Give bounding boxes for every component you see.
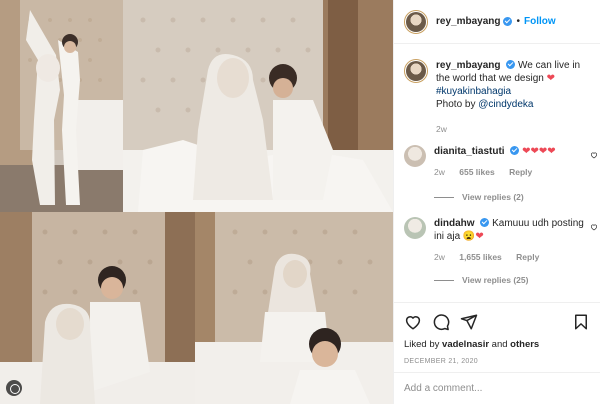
commenter-username[interactable]: dindahw [434,218,475,229]
caption: rey_mbayang We can live in the world tha… [394,59,600,136]
liked-by: Liked by vadelnasir and others [404,339,590,350]
comments-list: rey_mbayang We can live in the world tha… [394,45,600,301]
post-actions: Liked by vadelnasir and others DECEMBER … [394,302,600,365]
comment-like-heart-icon[interactable] [590,151,598,159]
liked-by-prefix: Liked by [404,339,443,350]
add-comment-input[interactable]: Add a comment... [394,372,600,404]
comment-age[interactable]: 2w [434,252,445,262]
author-avatar[interactable] [404,9,428,34]
comment-emoji: 😦❤ [462,231,484,242]
comment-emoji: ❤❤❤❤ [522,146,556,157]
post-sidebar: rey_mbayang • Follow rey_mbayang We can … [393,0,600,404]
verified-badge-icon [480,218,490,227]
caption-username[interactable]: rey_mbayang [436,60,500,71]
verified-badge-icon [503,17,513,26]
comment-age[interactable]: 2w [434,167,445,177]
comment-item: dindahw Kamuuu udh posting ini aja 😦❤ 2w… [394,217,600,264]
post-date[interactable]: DECEMBER 21, 2020 [404,358,590,365]
comment-icon[interactable] [432,313,450,331]
follow-button[interactable]: Follow [524,16,556,27]
caption-heart-emoji: ❤ [546,73,556,84]
verified-badge-icon [510,146,520,155]
tagged-people-icon[interactable] [6,380,22,396]
share-icon[interactable] [460,313,478,331]
caption-hashtag[interactable]: #kuyakinbahagia [436,86,511,97]
bookmark-icon[interactable] [572,313,590,331]
caption-age[interactable]: 2w [436,124,447,134]
photo-panel-top-left [0,0,123,212]
comment-like-heart-icon[interactable] [590,223,598,231]
reply-button[interactable]: Reply [516,252,539,262]
commenter-username[interactable]: dianita_tiastuti [434,146,505,157]
comment-item: dianita_tiastuti ❤❤❤❤ 2w 655 likes Reply [394,145,600,179]
view-replies-button[interactable]: View replies (2) [434,192,524,202]
photo-panel-top-right [123,0,393,212]
photo-panel-bottom-right [195,212,393,404]
commenter-avatar[interactable] [404,145,426,167]
verified-badge-icon [506,60,516,69]
photo-panel-bottom-left [0,212,195,404]
comment-likes[interactable]: 1,655 likes [459,252,502,262]
liked-by-middle: and [489,339,511,350]
liked-by-user[interactable]: vadelnasir [442,339,489,350]
reply-button[interactable]: Reply [509,167,532,177]
post-photo[interactable] [0,0,393,404]
heart-icon[interactable] [404,313,422,331]
liked-by-others[interactable]: others [510,339,539,350]
author-username[interactable]: rey_mbayang [436,16,500,27]
commenter-avatar[interactable] [404,217,426,239]
comment-likes[interactable]: 655 likes [459,167,494,177]
post-header: rey_mbayang • Follow [394,0,600,44]
caption-avatar[interactable] [404,59,428,83]
view-replies-button[interactable]: View replies (25) [434,275,528,285]
separator-dot: • [516,16,520,27]
photo-by-label: Photo by [436,99,479,110]
photo-by-user[interactable]: @cindydeka [478,99,533,110]
